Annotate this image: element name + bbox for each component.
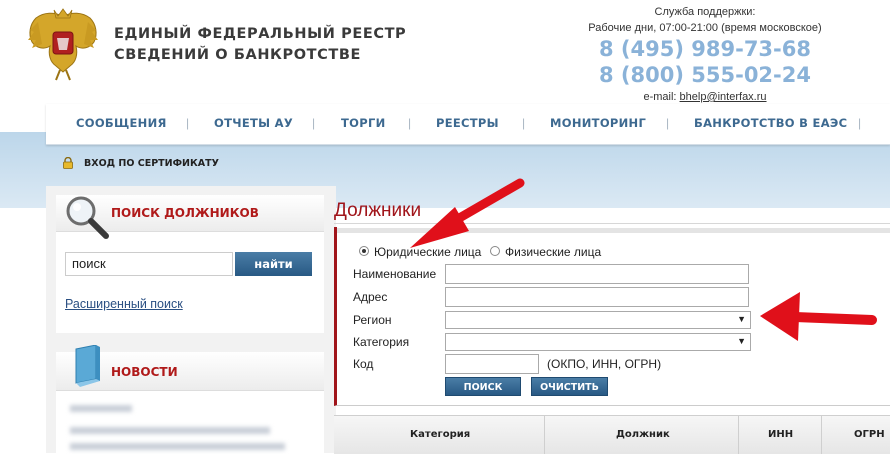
book-icon [75, 345, 100, 387]
column-header-category[interactable]: Категория [410, 429, 470, 440]
support-email-link[interactable]: bhelp@interfax.ru [680, 91, 767, 103]
nav-item-monitoring[interactable]: МОНИТОРИНГ [550, 116, 646, 130]
news-title: НОВОСТИ [111, 365, 178, 379]
phone-1: 8 (495) 989-73-68 [599, 37, 811, 61]
nav-item-messages[interactable]: СООБЩЕНИЯ [76, 116, 167, 130]
column-divider [544, 416, 545, 454]
region-select[interactable]: ▼ [445, 311, 751, 329]
radio-physical-persons[interactable] [490, 246, 500, 256]
debtor-search-title: ПОИСК ДОЛЖНИКОВ [111, 206, 259, 220]
column-header-ogrn[interactable]: ОГРН [854, 429, 885, 440]
site-title-line1: ЕДИНЫЙ ФЕДЕРАЛЬНЫЙ РЕЕСТР [114, 26, 407, 42]
nav-separator: | [312, 116, 316, 130]
support-label: Служба поддержки: [654, 6, 756, 18]
page-title: Должники [334, 200, 422, 221]
news-item-blurred [70, 427, 270, 434]
name-input[interactable] [445, 264, 749, 284]
form-top-bar [337, 228, 890, 233]
emblem-icon [28, 8, 98, 81]
phone-2: 8 (800) 555-02-24 [599, 63, 811, 87]
category-label: Категория [353, 335, 410, 349]
address-label: Адрес [353, 290, 388, 304]
title-divider [334, 223, 890, 224]
column-header-debtor[interactable]: Должник [616, 429, 670, 440]
radio-legal-label: Юридические лица [374, 245, 482, 259]
site-title-line2: СВЕДЕНИЙ О БАНКРОТСТВЕ [114, 47, 362, 63]
clear-button[interactable]: ОЧИСТИТЬ [531, 377, 608, 396]
nav-separator: | [522, 116, 526, 130]
radio-legal-entities[interactable] [359, 246, 369, 256]
site-title: ЕДИНЫЙ ФЕДЕРАЛЬНЫЙ РЕЕСТР СВЕДЕНИЙ О БАН… [114, 24, 406, 66]
debtor-search-input[interactable]: поиск [65, 252, 233, 276]
code-input[interactable] [445, 354, 539, 374]
nav-item-trades[interactable]: ТОРГИ [341, 116, 386, 130]
region-label: Регион [353, 313, 392, 327]
dropdown-caret-icon: ▼ [737, 336, 746, 346]
category-select[interactable]: ▼ [445, 333, 751, 351]
results-table-header: Категория Должник ИНН ОГРН [334, 415, 890, 454]
dropdown-caret-icon: ▼ [737, 314, 746, 324]
column-divider [821, 416, 822, 454]
advanced-search-link[interactable]: Расширенный поиск [65, 297, 183, 311]
address-input[interactable] [445, 287, 749, 307]
nav-item-registries[interactable]: РЕЕСТРЫ [436, 116, 499, 130]
nav-separator: | [666, 116, 670, 130]
nav-separator: | [408, 116, 412, 130]
news-item-blurred [70, 443, 285, 450]
support-hours: Рабочие дни, 07:00-21:00 (время московск… [588, 22, 822, 34]
search-button[interactable]: ПОИСК [445, 377, 521, 396]
magnifier-icon [66, 196, 109, 239]
lock-icon [63, 157, 73, 169]
certificate-login-link[interactable]: ВХОД ПО СЕРТИФИКАТУ [84, 158, 219, 169]
code-hint: (ОКПО, ИНН, ОГРН) [547, 357, 662, 371]
main-nav: СООБЩЕНИЯ | ОТЧЕТЫ АУ | ТОРГИ | РЕЕСТРЫ … [46, 104, 890, 145]
support-block: Служба поддержки: Рабочие дни, 07:00-21:… [560, 4, 850, 106]
debtor-search-button[interactable]: найти [235, 252, 312, 276]
column-header-inn[interactable]: ИНН [768, 429, 793, 440]
nav-separator: | [858, 116, 862, 130]
nav-item-reports[interactable]: ОТЧЕТЫ АУ [214, 116, 293, 130]
email-label: e-mail: [643, 91, 677, 103]
name-label: Наименование [353, 267, 437, 281]
radio-physical-label: Физические лица [505, 245, 602, 259]
code-label: Код [353, 357, 374, 371]
column-divider [738, 416, 739, 454]
nav-item-bankruptcy-eaeu[interactable]: БАНКРОТСТВО В ЕАЭС [694, 116, 847, 130]
news-item-blurred [70, 405, 132, 412]
nav-separator: | [186, 116, 190, 130]
